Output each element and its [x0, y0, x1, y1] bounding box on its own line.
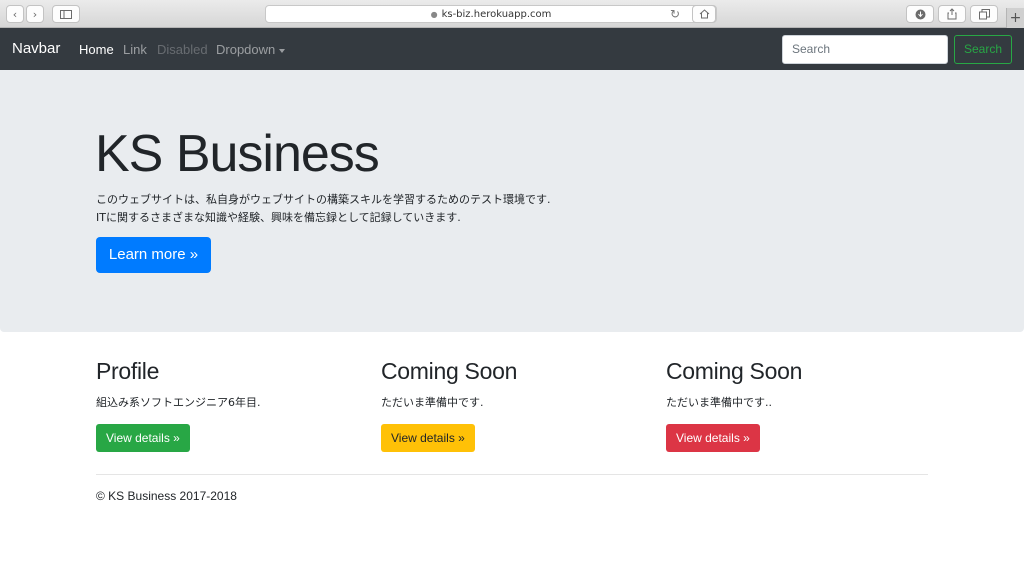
navbar: Navbar Home Link Disabled Dropdown Searc… — [0, 28, 1024, 70]
jumbotron: KS Business このウェブサイトは、私自身がウェブサイトの構築スキルを学… — [0, 70, 1024, 332]
view-details-button[interactable]: View details » — [381, 424, 475, 452]
search-button[interactable]: Search — [954, 35, 1012, 64]
sidebar-icon[interactable] — [52, 5, 80, 23]
view-details-button[interactable]: View details » — [666, 424, 760, 452]
jumbotron-title: KS Business — [95, 125, 380, 183]
tabs-icon[interactable] — [970, 5, 998, 23]
column-coming-soon-2: Coming Soon ただいま準備中です.. View details » — [666, 358, 802, 452]
jumbotron-text-line2: ITに関するさまざまな知識や経験、興味を備忘録として記録していきます. — [96, 211, 461, 224]
lock-icon: ● — [430, 9, 438, 19]
nav-link-disabled: Disabled — [157, 42, 208, 57]
share-icon[interactable] — [938, 5, 966, 23]
column-text: ただいま準備中です. — [381, 396, 484, 409]
download-icon[interactable] — [906, 5, 934, 23]
caret-down-icon — [279, 48, 286, 53]
view-details-button[interactable]: View details » — [96, 424, 190, 452]
nav-link-home[interactable]: Home — [79, 42, 114, 57]
column-text: 組込み系ソフトエンジニア6年目. — [96, 396, 261, 409]
home-icon[interactable] — [692, 5, 716, 23]
nav-dropdown[interactable]: Dropdown — [216, 42, 286, 57]
browser-toolbar: ‹ › ● ks-biz.herokuapp.com ↻ + — [0, 0, 1024, 28]
search-input[interactable]: Search — [782, 35, 948, 64]
footer-copyright: © KS Business 2017-2018 — [96, 489, 237, 503]
column-coming-soon-1: Coming Soon ただいま準備中です. View details » — [381, 358, 517, 452]
column-profile: Profile 組込み系ソフトエンジニア6年目. View details » — [96, 358, 261, 452]
jumbotron-text-line1: このウェブサイトは、私自身がウェブサイトの構築スキルを学習するためのテスト環境で… — [96, 193, 551, 206]
nav-dropdown-label: Dropdown — [216, 42, 276, 57]
column-text: ただいま準備中です.. — [666, 396, 772, 409]
navbar-brand[interactable]: Navbar — [12, 40, 60, 57]
column-heading: Coming Soon — [666, 358, 803, 384]
column-heading: Profile — [96, 358, 160, 384]
column-heading: Coming Soon — [381, 358, 518, 384]
back-icon[interactable]: ‹ — [6, 5, 24, 23]
divider — [96, 474, 928, 475]
url-text: ks-biz.herokuapp.com — [441, 8, 552, 20]
reload-icon[interactable]: ↻ — [670, 7, 680, 21]
nav-link-link[interactable]: Link — [123, 42, 147, 57]
forward-icon[interactable]: › — [26, 5, 44, 23]
learn-more-button[interactable]: Learn more » — [96, 237, 211, 273]
new-tab-icon[interactable]: + — [1006, 8, 1024, 28]
address-bar[interactable]: ● ks-biz.herokuapp.com ↻ — [265, 5, 717, 23]
